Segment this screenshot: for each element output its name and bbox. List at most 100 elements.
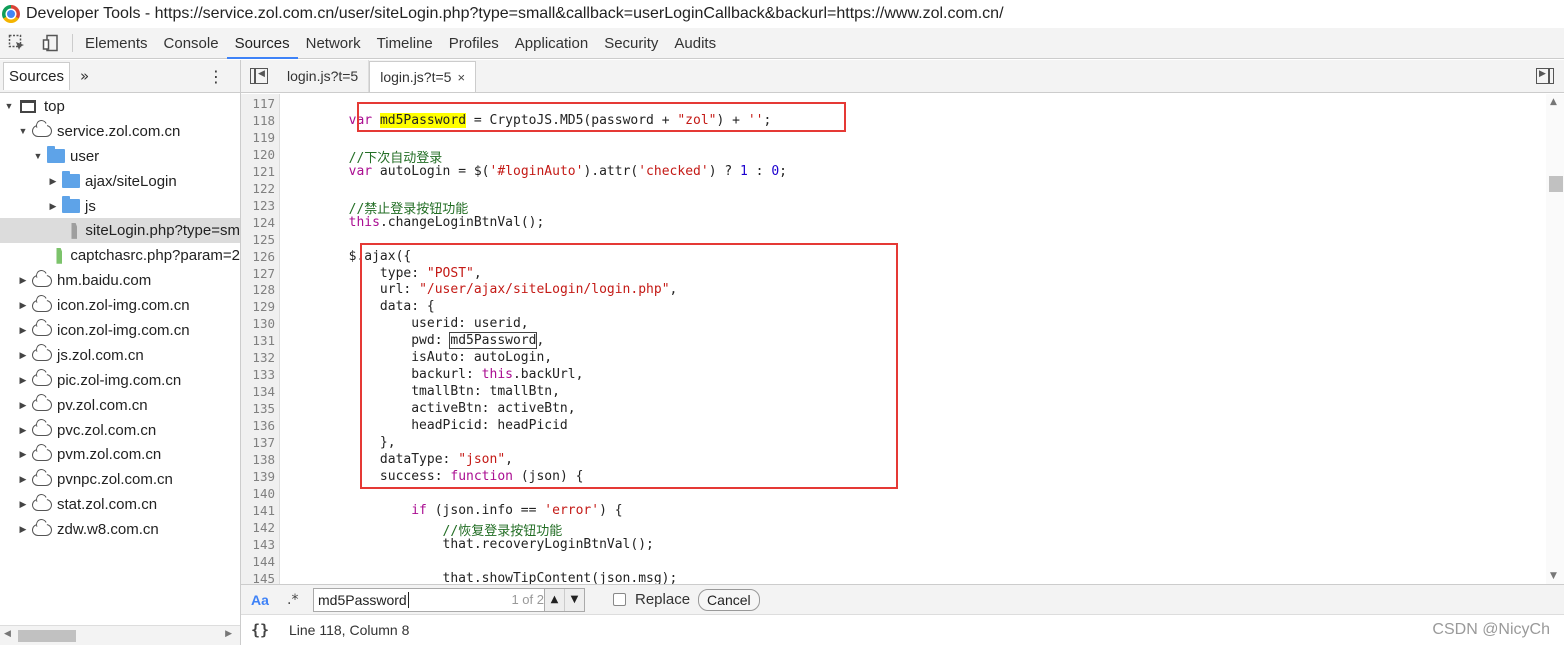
expand-arrow-icon[interactable]: ▶ — [18, 474, 28, 485]
line-number[interactable]: 127 — [252, 266, 275, 281]
cancel-button[interactable]: Cancel — [698, 588, 760, 611]
scroll-down-icon[interactable]: ▼ — [1550, 571, 1557, 581]
expand-arrow-icon[interactable]: ▶ — [18, 350, 28, 360]
expand-arrow-icon[interactable]: ▶ — [48, 176, 58, 186]
tab-network[interactable]: Network — [298, 28, 369, 58]
sidebar-horizontal-scrollbar[interactable]: ◀ ▶ — [0, 625, 240, 645]
line-number[interactable]: 145 — [252, 571, 275, 584]
tab-application[interactable]: Application — [507, 28, 596, 58]
match-case-toggle[interactable]: Aa — [251, 592, 275, 608]
search-input[interactable]: md5Password 1 of 2 ▲ ▼ — [313, 587, 585, 612]
line-number[interactable]: 133 — [252, 367, 275, 382]
replace-checkbox[interactable] — [613, 593, 626, 606]
scroll-right-icon[interactable]: ▶ — [225, 629, 232, 639]
tree-item[interactable]: ▶ pvm.zol.com.cn — [0, 442, 240, 467]
next-match-icon[interactable]: ▼ — [564, 588, 584, 611]
tree-item[interactable]: ▶ icon.zol-img.com.cn — [0, 293, 240, 318]
line-number[interactable]: 125 — [252, 232, 275, 247]
line-number[interactable]: 130 — [252, 316, 275, 331]
line-number[interactable]: 141 — [252, 503, 275, 518]
line-number[interactable]: 135 — [252, 401, 275, 416]
tree-item[interactable]: ▶ js.zol.com.cn — [0, 343, 240, 368]
scroll-up-icon[interactable]: ▲ — [1550, 97, 1557, 107]
code-vertical-scrollbar[interactable]: ▲ ▼ — [1546, 94, 1564, 584]
tree-item[interactable]: captchasrc.php?param=2 — [0, 243, 240, 268]
tree-item[interactable]: ▶ pv.zol.com.cn — [0, 393, 240, 418]
tree-item[interactable]: ▶ zdw.w8.com.cn — [0, 517, 240, 542]
tree-item[interactable]: ▶ hm.baidu.com — [0, 268, 240, 293]
tab-sources[interactable]: Sources — [226, 28, 298, 59]
line-number[interactable]: 139 — [252, 469, 275, 484]
line-number[interactable]: 121 — [252, 164, 275, 179]
line-number-gutter[interactable]: 117 118 119 120 121 122 123 124 125 126 127 128 129 1… — [241, 94, 280, 584]
line-number[interactable]: 128 — [252, 282, 275, 297]
expand-arrow-icon[interactable]: ▶ — [18, 300, 28, 311]
expand-arrow-icon[interactable]: ▶ — [48, 201, 58, 211]
expand-arrow-icon[interactable]: ▶ — [18, 375, 28, 385]
collapse-arrow-icon[interactable]: ▼ — [4, 101, 14, 111]
tree-item[interactable]: ▶ pic.zol-img.com.cn — [0, 368, 240, 393]
expand-arrow-icon[interactable]: ▶ — [18, 449, 28, 460]
tree-item[interactable]: ▼ user — [0, 144, 240, 169]
toggle-debugger-button[interactable]: ▶ — [1536, 68, 1554, 84]
collapse-arrow-icon[interactable]: ▼ — [18, 126, 28, 136]
expand-arrow-icon[interactable]: ▶ — [18, 325, 28, 335]
search-query[interactable]: md5Password — [318, 591, 409, 608]
more-tabs-icon[interactable]: » — [80, 67, 89, 85]
line-number[interactable]: 117 — [252, 96, 275, 111]
tree-item[interactable]: ▶ pvc.zol.com.cn — [0, 418, 240, 443]
line-number[interactable]: 144 — [252, 554, 275, 569]
tab-security[interactable]: Security — [596, 28, 666, 58]
scroll-left-icon[interactable]: ◀ — [4, 629, 11, 639]
device-mode-icon[interactable] — [34, 28, 68, 58]
tab-sources-navigator[interactable]: Sources — [3, 62, 71, 90]
line-number[interactable]: 119 — [252, 130, 275, 145]
line-number[interactable]: 143 — [252, 537, 275, 552]
tree-item[interactable]: ▶ stat.zol.com.cn — [0, 492, 240, 517]
code-view[interactable]: 117 118 119 120 121 122 123 124 125 126 127 128 129 1… — [241, 94, 1564, 584]
tree-item[interactable]: ▶ icon.zol-img.com.cn — [0, 318, 240, 343]
line-number[interactable]: 132 — [252, 350, 275, 365]
expand-arrow-icon[interactable]: ▶ — [18, 524, 28, 535]
line-number[interactable]: 129 — [252, 299, 275, 314]
line-number[interactable]: 142 — [252, 520, 275, 535]
line-number[interactable]: 136 — [252, 418, 275, 433]
tab-timeline[interactable]: Timeline — [369, 28, 441, 58]
line-number[interactable]: 134 — [252, 384, 275, 399]
expand-arrow-icon[interactable]: ▶ — [18, 400, 28, 410]
tab-elements[interactable]: Elements — [77, 28, 156, 58]
line-number[interactable]: 126 — [252, 249, 275, 264]
line-number[interactable]: 123 — [252, 198, 275, 213]
expand-arrow-icon[interactable]: ▶ — [18, 275, 28, 286]
sidebar-menu-icon[interactable]: ⋮ — [208, 67, 224, 86]
collapse-arrow-icon[interactable]: ▼ — [33, 151, 43, 161]
tab-audits[interactable]: Audits — [666, 28, 724, 58]
line-number[interactable]: 140 — [252, 486, 275, 501]
line-number[interactable]: 118 — [252, 113, 275, 128]
close-tab-icon[interactable]: × — [457, 70, 465, 85]
scrollbar-thumb[interactable] — [18, 630, 76, 642]
tree-item[interactable]: ▶ js — [0, 194, 240, 219]
previous-match-icon[interactable]: ▲ — [545, 589, 564, 611]
tree-item[interactable]: ▼ service.zol.com.cn — [0, 119, 240, 144]
line-number[interactable]: 137 — [252, 435, 275, 450]
toggle-navigator-button[interactable]: ◀ — [241, 60, 277, 92]
tree-item[interactable]: ▶ pvnpc.zol.com.cn — [0, 467, 240, 492]
line-number[interactable]: 131 — [252, 333, 275, 348]
expand-arrow-icon[interactable]: ▶ — [18, 425, 28, 435]
file-tab-active[interactable]: login.js?t=5 × — [369, 61, 477, 92]
pretty-print-icon[interactable]: {} — [251, 621, 281, 639]
tree-item[interactable]: siteLogin.php?type=sm — [0, 218, 240, 244]
tree-item[interactable]: ▼ top — [0, 94, 240, 119]
expand-arrow-icon[interactable]: ▶ — [18, 499, 28, 510]
tree-item[interactable]: ▶ ajax/siteLogin — [0, 169, 240, 194]
line-number[interactable]: 138 — [252, 452, 275, 467]
line-number[interactable]: 122 — [252, 181, 275, 196]
line-number[interactable]: 120 — [252, 147, 275, 162]
tab-console[interactable]: Console — [156, 28, 227, 58]
regex-toggle[interactable]: .* — [287, 592, 307, 608]
inspect-element-icon[interactable] — [0, 28, 34, 58]
line-number[interactable]: 124 — [252, 215, 275, 230]
tab-profiles[interactable]: Profiles — [441, 28, 507, 58]
scrollbar-thumb[interactable] — [1549, 176, 1563, 192]
